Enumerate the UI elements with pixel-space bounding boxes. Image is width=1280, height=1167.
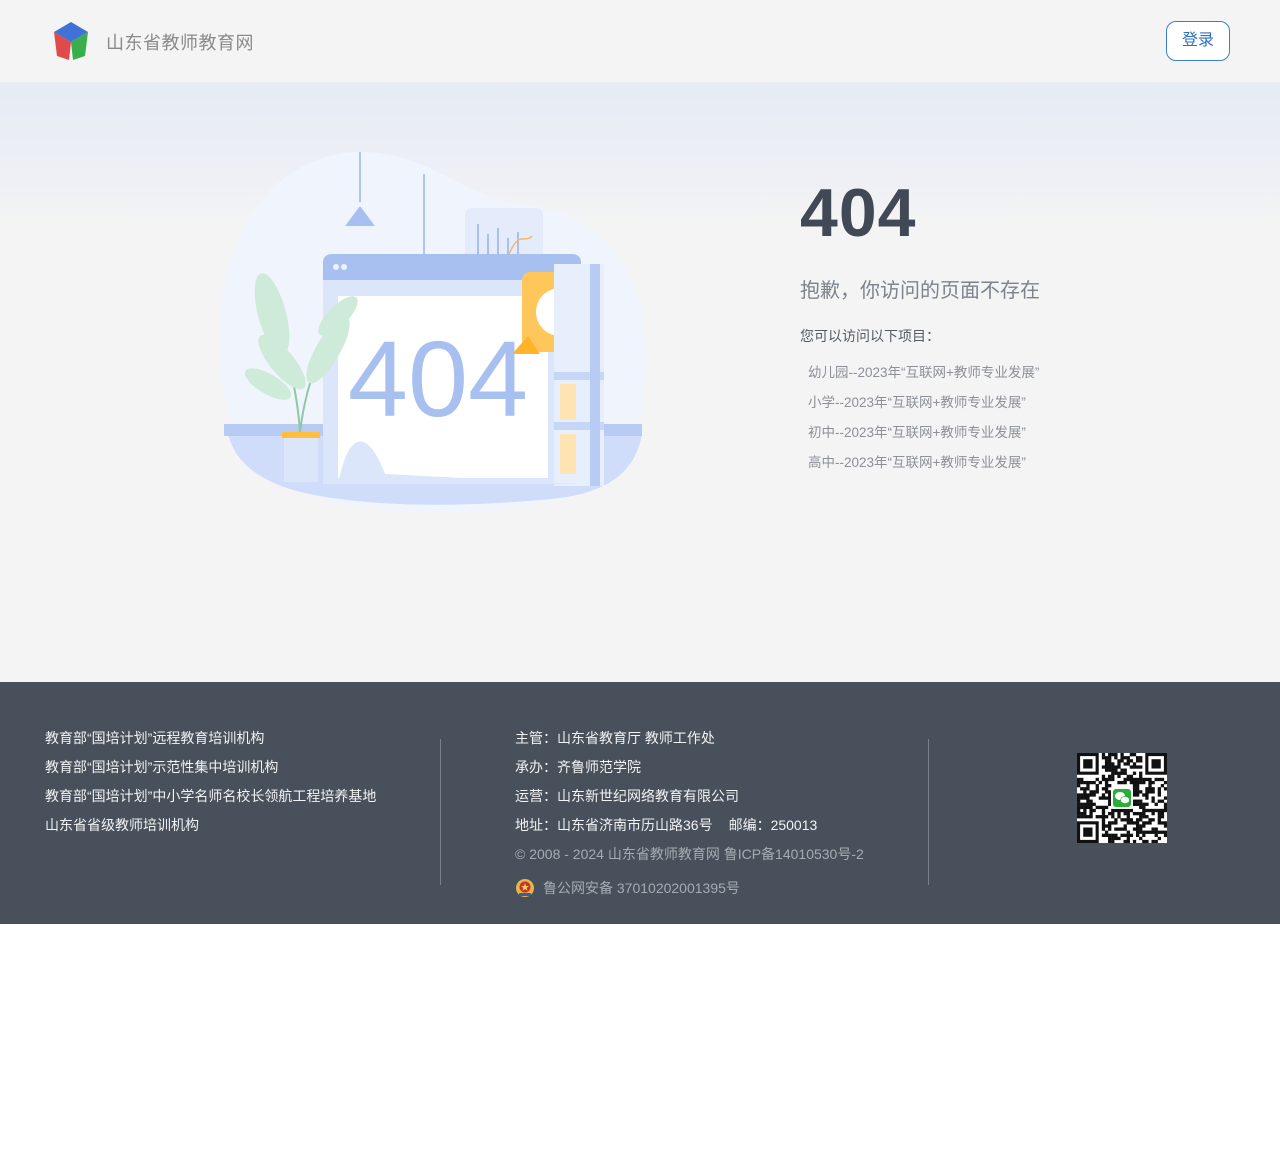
address-row: 地址：山东省济南市历山路36号 邮编：250013	[515, 815, 864, 844]
organizer-text: 承办：齐鲁师范学院	[515, 759, 641, 775]
header: 山东省教师教育网 登录	[0, 0, 1280, 82]
postcode-text: 邮编：250013	[728, 817, 818, 833]
project-link-kindergarten[interactable]: 幼儿园--2023年“互联网+教师专业发展”	[808, 362, 1039, 392]
institution-item[interactable]: 教育部“国培计划”示范性集中培训机构	[45, 757, 376, 786]
footer: 教育部“国培计划”远程教育培训机构 教育部“国培计划”示范性集中培训机构 教育部…	[0, 682, 1280, 924]
wechat-icon	[1111, 787, 1133, 809]
404-illustration: 404	[219, 152, 647, 513]
site-title[interactable]: 山东省教师教育网	[106, 29, 254, 55]
project-link-junior[interactable]: 初中--2023年“互联网+教师专业发展”	[808, 422, 1039, 452]
project-link-primary[interactable]: 小学--2023年“互联网+教师专业发展”	[808, 392, 1039, 422]
institution-item[interactable]: 教育部“国培计划”远程教育培训机构	[45, 728, 376, 757]
cube-logo-icon[interactable]	[52, 21, 90, 61]
project-list: 幼儿园--2023年“互联网+教师专业发展” 小学--2023年“互联网+教师专…	[808, 362, 1039, 482]
project-link-senior[interactable]: 高中--2023年“互联网+教师专业发展”	[808, 452, 1039, 482]
error-code: 404	[800, 175, 917, 251]
footer-divider	[928, 739, 929, 885]
institution-item[interactable]: 教育部“国培计划”中小学名师名校长领航工程培养基地	[45, 786, 376, 815]
supervisor-text: 主管：山东省教育厅 教师工作处	[515, 730, 715, 746]
operator-text: 运营：山东新世纪网络教育有限公司	[515, 788, 739, 804]
police-record-row[interactable]: 鲁公网安备 37010202001395号	[515, 873, 864, 902]
copyright-text[interactable]: © 2008 - 2024 山东省教师教育网 鲁ICP备14010530号-2	[515, 844, 864, 873]
police-badge-icon	[516, 878, 534, 897]
wechat-qr-code	[1077, 753, 1167, 843]
address-text: 地址：山东省济南市历山路36号	[515, 817, 713, 833]
footer-info: 主管：山东省教育厅 教师工作处 承办：齐鲁师范学院 运营：山东新世纪网络教育有限…	[515, 728, 864, 902]
login-button[interactable]: 登录	[1166, 21, 1230, 61]
footer-divider	[440, 739, 441, 885]
error-message: 抱歉，你访问的页面不存在	[800, 280, 1040, 302]
illustration-404-text: 404	[348, 318, 528, 439]
police-record-text: 鲁公网安备 37010202001395号	[543, 879, 740, 896]
institution-list: 教育部“国培计划”远程教育培训机构 教育部“国培计划”示范性集中培训机构 教育部…	[45, 728, 376, 844]
main-content: 404 404 抱歉，你访问的页面不存在 您可以访问以下项目： 幼儿园--202…	[0, 82, 1280, 682]
institution-item[interactable]: 山东省省级教师培训机构	[45, 815, 376, 844]
visit-label: 您可以访问以下项目：	[800, 328, 940, 344]
